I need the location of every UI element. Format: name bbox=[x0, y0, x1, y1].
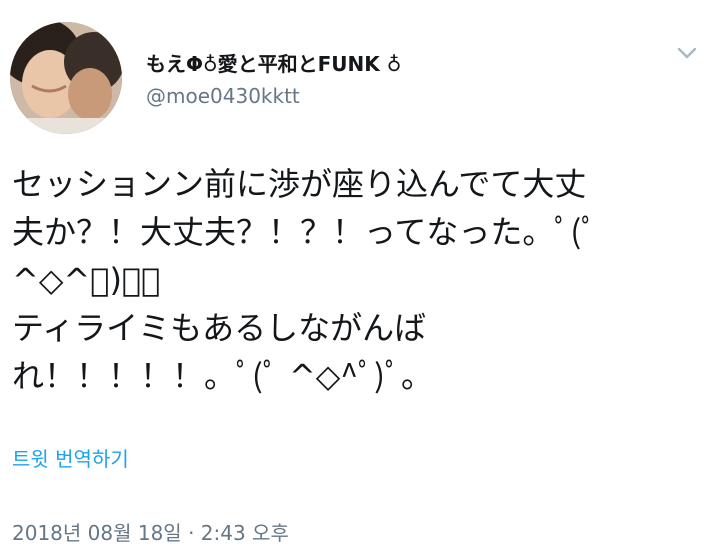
avatar-photo bbox=[10, 22, 122, 134]
tweet-text-line: れ！！！！！。ﾟ(ﾟ ^◇^ﾟ)ﾟ。 bbox=[12, 357, 433, 395]
timestamp[interactable]: 2018년 08월 18일 · 2:43 오후 bbox=[12, 517, 289, 546]
translate-tweet-link[interactable]: 트윗 번역하기 bbox=[12, 443, 129, 472]
chevron-down-icon[interactable] bbox=[674, 40, 700, 66]
tweet-text-line: セッションン前に渉が座り込んでて大丈 bbox=[12, 165, 587, 203]
display-name[interactable]: もえΦ♁愛と平和とFUNK ♁ bbox=[146, 48, 401, 77]
avatar[interactable] bbox=[10, 22, 122, 134]
user-handle[interactable]: @moe0430kktt bbox=[146, 84, 300, 108]
tweet-text-line: ティライミもあるしながんば bbox=[12, 309, 427, 347]
tweet-text-line: 夫か？！大丈夫？！？！ってなった。ﾟ(ﾟ bbox=[12, 213, 598, 251]
tweet-text-line: ^◇^ﾟ)ﾟ。 bbox=[12, 261, 161, 299]
tweet: もえΦ♁愛と平和とFUNK ♁ @moe0430kktt セッションン前に渉が座… bbox=[0, 0, 720, 559]
tweet-text: セッションン前に渉が座り込んでて大丈 夫か？！大丈夫？！？！ってなった。ﾟ(ﾟ … bbox=[12, 160, 652, 400]
